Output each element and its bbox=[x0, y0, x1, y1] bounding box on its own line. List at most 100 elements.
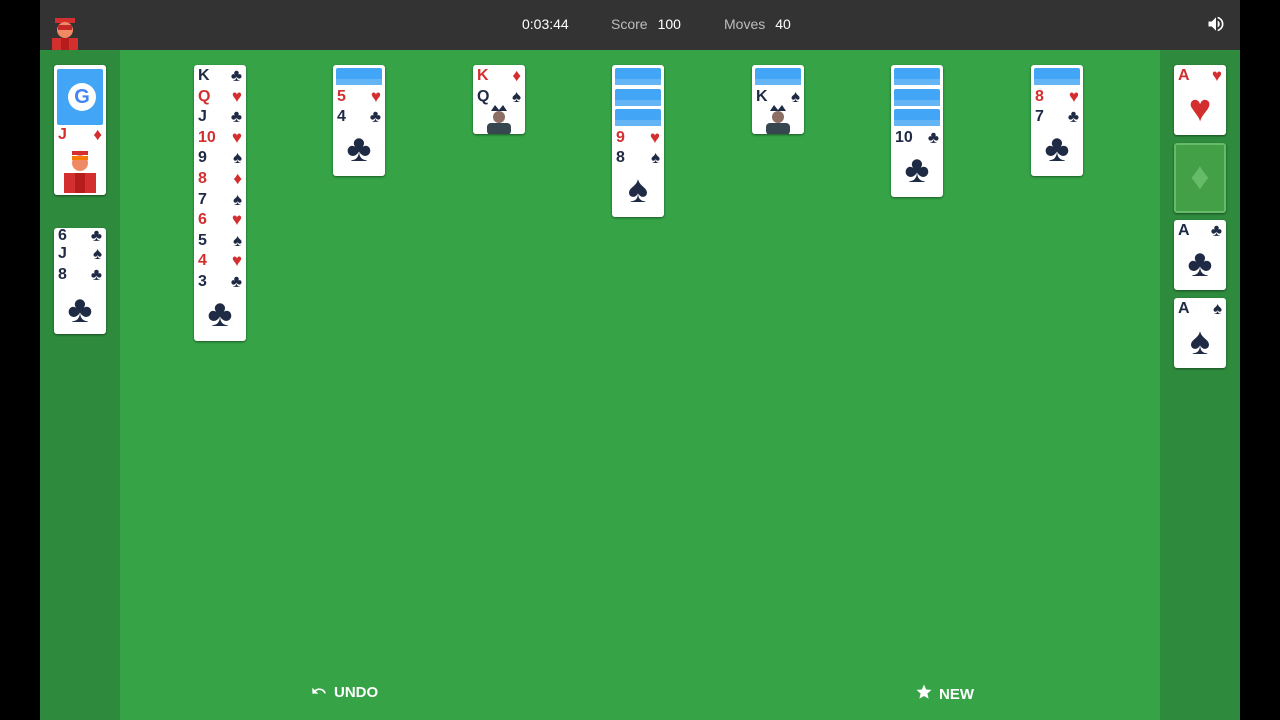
face-down-card[interactable] bbox=[894, 109, 940, 127]
card-label: J ♠ bbox=[57, 244, 102, 264]
card-suit: ♠ bbox=[511, 86, 521, 106]
tableau-column-3[interactable]: K ♦ Q ♠ bbox=[473, 65, 525, 134]
face-down-card[interactable] bbox=[894, 68, 940, 85]
card-rank: 8 bbox=[616, 149, 625, 167]
card-suit: ♠ bbox=[1212, 298, 1222, 318]
face-down-card[interactable] bbox=[615, 88, 661, 106]
card-suit-large: ♣ bbox=[1044, 128, 1070, 171]
card-rank: 8 bbox=[1035, 87, 1044, 105]
card-suit-large: ♠ bbox=[627, 169, 649, 212]
face-down-card[interactable] bbox=[336, 68, 382, 85]
stock-and-waste-pile[interactable]: G J ♦ bbox=[54, 65, 106, 195]
moves-label: Moves bbox=[724, 16, 766, 32]
foundation-2[interactable]: ♦ bbox=[1174, 142, 1226, 213]
card-rank: 4 bbox=[337, 108, 346, 126]
card-label: 3 ♣ bbox=[197, 272, 242, 292]
card-rank: 3 bbox=[198, 273, 207, 290]
card-rank: 7 bbox=[198, 190, 207, 208]
card-rank: 5 bbox=[337, 87, 346, 105]
card-suit: ♠ bbox=[232, 148, 242, 168]
card-suit-large: ♣ bbox=[207, 293, 233, 335]
empty-foundation-diamond-icon: ♦ bbox=[1190, 155, 1210, 198]
card-suit-large: ♣ bbox=[67, 289, 93, 331]
card-suit-large: ♣ bbox=[346, 128, 372, 171]
card-label: K ♣ bbox=[197, 66, 242, 86]
card-rank: K bbox=[756, 87, 768, 105]
undo-button[interactable]: UNDO bbox=[310, 683, 378, 701]
score-label: Score bbox=[611, 16, 648, 32]
card-rank: 8 bbox=[198, 170, 207, 187]
card-label: 8 ♥ bbox=[1034, 87, 1079, 107]
card-rank: J bbox=[198, 108, 207, 126]
card-suit: ♣ bbox=[369, 107, 381, 127]
reserve-pile[interactable]: 6 ♣ J ♠ 8 ♣ ♣ bbox=[54, 228, 106, 334]
card-rank: 9 bbox=[198, 149, 207, 167]
card-label: 7 ♣ bbox=[1034, 107, 1079, 127]
solitaire-game: 0:03:44 Score 100 Moves 40 G J ♦ 6 ♣ J ♠… bbox=[40, 0, 1240, 720]
card-suit: ♣ bbox=[230, 107, 242, 127]
moves-display: Moves 40 bbox=[724, 16, 791, 32]
stock-card-back[interactable]: G bbox=[57, 69, 103, 125]
card-label: K ♦ bbox=[476, 66, 521, 86]
card-suit: ♣ bbox=[230, 272, 242, 291]
card-rank: A bbox=[1178, 299, 1190, 317]
tableau-column-6[interactable]: 10 ♣ ♣ bbox=[891, 65, 943, 197]
tableau-column-5[interactable]: K ♠ bbox=[752, 65, 804, 134]
card-rank: J bbox=[58, 126, 67, 143]
king-face-icon bbox=[760, 104, 796, 134]
face-down-card[interactable] bbox=[755, 68, 801, 85]
card-rank: 9 bbox=[616, 128, 625, 146]
face-down-card[interactable] bbox=[1034, 68, 1080, 85]
card-label: 4 ♣ bbox=[336, 107, 381, 127]
star-icon bbox=[916, 684, 932, 699]
card-rank: Q bbox=[477, 87, 490, 105]
card-label: 7 ♠ bbox=[197, 190, 242, 210]
card-suit: ♠ bbox=[790, 86, 800, 106]
card-rank: K bbox=[477, 67, 489, 84]
speaker-icon[interactable] bbox=[1206, 14, 1226, 34]
card-suit: ♣ bbox=[90, 265, 102, 284]
face-down-card[interactable] bbox=[615, 109, 661, 127]
face-down-card[interactable] bbox=[894, 88, 940, 106]
card-suit: ♥ bbox=[231, 210, 242, 230]
tableau-column-1[interactable]: K ♣ Q ♥ J ♣ 10 ♥ 9 ♠ 8 ♦ 7 ♠ 6 ♥ 5 ♠ 4 ♥ 3 ♣ ♣ bbox=[194, 65, 246, 341]
tableau-column-4[interactable]: 9 ♥ 8 ♠ ♠ bbox=[612, 65, 664, 217]
card-suit: ♣ bbox=[927, 127, 939, 147]
foundation-3[interactable]: A ♣ ♣ bbox=[1174, 220, 1226, 290]
undo-arrow-icon bbox=[312, 687, 326, 694]
card-suit-large: ♠ bbox=[1189, 320, 1211, 363]
undo-label: UNDO bbox=[334, 684, 379, 701]
player-avatar-icon[interactable] bbox=[49, 16, 81, 50]
card-label: A ♣ bbox=[1177, 221, 1222, 241]
foundation-1[interactable]: A ♥ ♥ bbox=[1174, 65, 1226, 135]
card-suit-large: ♥ bbox=[1188, 88, 1212, 130]
card-rank: 4 bbox=[198, 252, 207, 270]
card-label: 10 ♥ bbox=[197, 128, 242, 148]
card-label: 4 ♥ bbox=[197, 251, 242, 271]
card-suit: ♦ bbox=[233, 169, 242, 188]
card-label: Q ♥ bbox=[197, 87, 242, 107]
card-suit: ♥ bbox=[370, 86, 381, 106]
card-label: A ♥ bbox=[1177, 66, 1222, 86]
card-rank: 6 bbox=[198, 211, 207, 229]
foundation-4[interactable]: A ♠ ♠ bbox=[1174, 297, 1226, 368]
card-label: K ♠ bbox=[755, 87, 800, 107]
card-label: 9 ♠ bbox=[197, 148, 242, 168]
face-down-card[interactable] bbox=[615, 68, 661, 85]
card-suit: ♣ bbox=[1210, 221, 1222, 240]
card-rank: J bbox=[58, 245, 67, 262]
score-display: Score 100 bbox=[611, 16, 681, 32]
card-label: 8 ♠ bbox=[615, 148, 660, 168]
card-suit: ♥ bbox=[1068, 86, 1079, 106]
timer: 0:03:44 bbox=[522, 16, 569, 32]
card-label: 5 ♥ bbox=[336, 87, 381, 107]
tableau-column-7[interactable]: 8 ♥ 7 ♣ ♣ bbox=[1031, 65, 1083, 176]
card-label: J ♣ bbox=[197, 107, 242, 127]
card-rank: 10 bbox=[895, 128, 913, 146]
card-suit: ♠ bbox=[92, 244, 102, 263]
tableau-column-2[interactable]: 5 ♥ 4 ♣ ♣ bbox=[333, 65, 385, 176]
card-label: 5 ♠ bbox=[197, 231, 242, 251]
queen-face-icon bbox=[481, 104, 517, 134]
card-suit: ♦ bbox=[512, 66, 521, 85]
new-game-button[interactable]: NEW bbox=[915, 683, 974, 703]
